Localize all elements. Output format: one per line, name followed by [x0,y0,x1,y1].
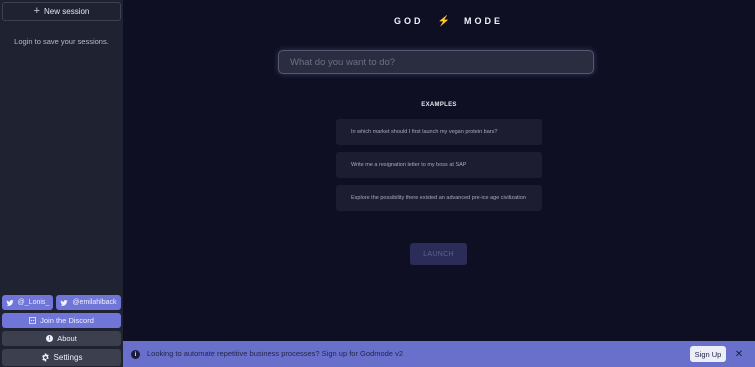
sidebar: + New session Login to save your session… [0,0,123,367]
about-label: About [57,334,77,343]
about-button[interactable]: ! About [2,331,121,346]
join-discord-label: Join the Discord [40,316,94,325]
logo-text-god: GOD [394,16,424,26]
info-icon: ! [46,335,54,342]
sign-up-button[interactable]: Sign Up [690,346,726,362]
signup-banner: i Looking to automate repetitive busines… [123,341,755,367]
new-session-label: New session [44,7,90,16]
plus-icon: + [33,5,41,17]
examples-heading: EXAMPLES [421,102,457,108]
example-item[interactable]: Write me a resignation letter to my boss… [336,152,542,178]
twitter-lonis-label: @_Lonis_ [17,299,50,306]
banner-message: Looking to automate repetitive business … [147,349,403,358]
close-icon[interactable]: ✕ [733,347,745,361]
info-icon: i [131,350,140,359]
new-session-button[interactable]: + New session [2,2,121,21]
login-note: Login to save your sessions. [14,37,109,46]
twitter-emil-label: @emilahlback [72,299,117,306]
app-logo: GOD ⚡ MODE [394,15,514,27]
twitter-icon [60,299,69,306]
twitter-lonis-button[interactable]: @_Lonis_ [2,295,53,310]
logo-text-mode: MODE [463,16,503,26]
launch-button[interactable]: LAUNCH [410,243,467,265]
task-prompt-input[interactable] [278,50,594,74]
join-discord-button[interactable]: Join the Discord [2,313,121,328]
example-item[interactable]: In which market should I first launch my… [336,119,542,145]
twitter-icon [6,299,14,306]
twitter-emil-button[interactable]: @emilahlback [56,295,121,310]
lightning-bolt-icon: ⚡ [437,15,450,27]
gear-icon [41,353,49,362]
example-item[interactable]: Explore the possibility there existed an… [336,185,542,211]
settings-button[interactable]: Settings [2,349,121,366]
settings-label: Settings [53,353,83,362]
discord-icon [29,317,37,324]
